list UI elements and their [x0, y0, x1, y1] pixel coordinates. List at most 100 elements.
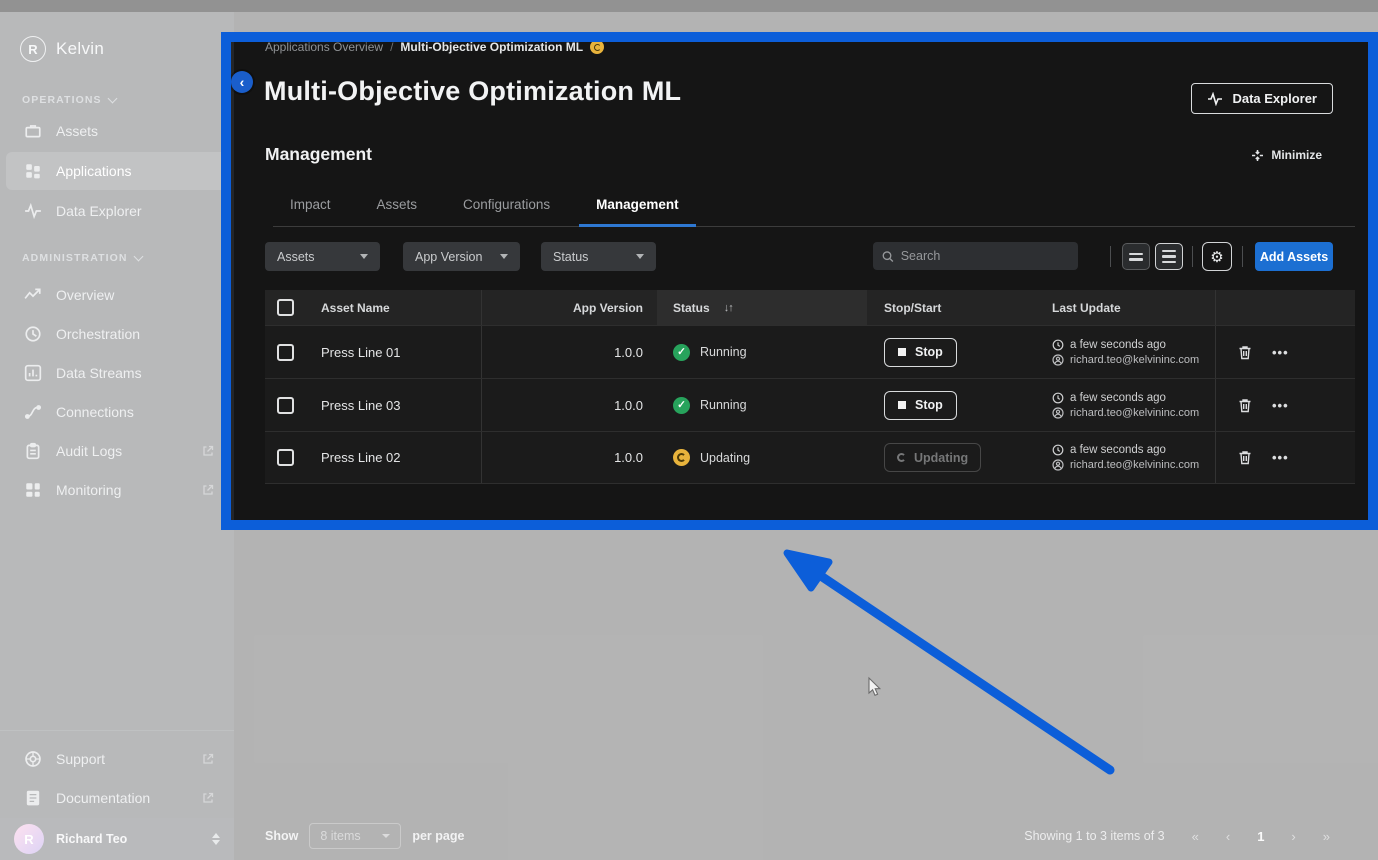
- external-link-icon: [202, 484, 214, 496]
- sidebar-item-support[interactable]: Support: [6, 740, 228, 778]
- trash-icon: [1238, 398, 1252, 413]
- more-actions-button[interactable]: •••: [1272, 345, 1289, 360]
- rows-icon: [1129, 253, 1143, 256]
- column-label: Stop/Start: [884, 301, 941, 315]
- delete-button[interactable]: [1238, 450, 1252, 465]
- stop-label: Stop: [915, 345, 943, 359]
- pagination-last-button[interactable]: »: [1323, 829, 1330, 844]
- sidebar-item-label: Documentation: [56, 790, 150, 806]
- clock-icon: [1052, 392, 1064, 404]
- sidebar-item-assets[interactable]: Assets: [6, 112, 228, 150]
- data-explorer-button[interactable]: Data Explorer: [1191, 83, 1333, 114]
- filter-label: Assets: [277, 250, 315, 264]
- breadcrumb-current: Multi-Objective Optimization ML: [400, 40, 583, 54]
- sidebar-item-orchestration[interactable]: Orchestration: [6, 315, 228, 353]
- minimize-button[interactable]: Minimize: [1251, 148, 1322, 162]
- filter-label: App Version: [415, 250, 482, 264]
- asset-name: Press Line 01: [321, 345, 401, 360]
- sidebar-item-label: Applications: [56, 163, 132, 179]
- column-header-status[interactable]: Status↓↑: [657, 290, 867, 325]
- external-link-icon: [202, 445, 214, 457]
- sidebar-item-label: Support: [56, 751, 105, 767]
- app-updating-status-icon: [590, 40, 604, 54]
- filter-app-version-dropdown[interactable]: App Version: [403, 242, 520, 271]
- show-label: Show: [265, 829, 298, 843]
- minimize-icon: [1251, 149, 1264, 162]
- tab-management[interactable]: Management: [579, 197, 696, 227]
- more-actions-button[interactable]: •••: [1272, 450, 1289, 465]
- pagination-next-button[interactable]: ›: [1291, 829, 1295, 844]
- main-content: Applications Overview / Multi-Objective …: [234, 0, 1378, 860]
- sidebar-item-label: Data Streams: [56, 365, 142, 381]
- sidebar-item-label: Data Explorer: [56, 203, 142, 219]
- sidebar-item-applications[interactable]: Applications: [6, 152, 228, 190]
- status-updating-icon: [673, 449, 690, 466]
- sidebar-item-connections[interactable]: Connections: [6, 393, 228, 431]
- pagination-first-button[interactable]: «: [1192, 829, 1199, 844]
- row-checkbox[interactable]: [277, 344, 294, 361]
- data-explorer-label: Data Explorer: [1232, 91, 1317, 106]
- kelvin-logo[interactable]: R Kelvin: [20, 36, 104, 62]
- sidebar-item-documentation[interactable]: Documentation: [6, 779, 228, 817]
- applications-icon: [24, 162, 42, 180]
- sidebar-item-monitoring[interactable]: Monitoring: [6, 471, 228, 509]
- sidebar-item-data-explorer[interactable]: Data Explorer: [6, 192, 228, 230]
- breadcrumb-separator: /: [390, 40, 393, 54]
- section-operations[interactable]: OPERATIONS: [22, 94, 116, 106]
- toolbar-divider: [1192, 246, 1193, 267]
- caret-down-icon: [636, 254, 644, 259]
- section-administration[interactable]: ADMINISTRATION: [22, 252, 142, 264]
- row-height-comfortable-button[interactable]: [1122, 243, 1150, 270]
- orchestration-icon: [24, 325, 42, 343]
- pagination-page-1[interactable]: 1: [1257, 829, 1264, 844]
- page-size-dropdown[interactable]: 8 items: [309, 823, 401, 849]
- sidebar-item-audit-logs[interactable]: Audit Logs: [6, 432, 228, 470]
- sort-icon[interactable]: ↓↑: [724, 302, 733, 314]
- status-running-icon: [673, 397, 690, 414]
- pagination-prev-button[interactable]: ‹: [1226, 829, 1230, 844]
- search-input[interactable]: [901, 249, 1069, 263]
- tab-assets[interactable]: Assets: [360, 197, 435, 227]
- pagination-summary: Showing 1 to 3 items of 3: [1024, 829, 1164, 843]
- more-actions-button[interactable]: •••: [1272, 398, 1289, 413]
- filter-assets-dropdown[interactable]: Assets: [265, 242, 380, 271]
- tab-impact[interactable]: Impact: [273, 197, 348, 227]
- select-all-checkbox[interactable]: [277, 299, 294, 316]
- document-icon: [24, 789, 42, 807]
- filter-status-dropdown[interactable]: Status: [541, 242, 656, 271]
- add-assets-button[interactable]: Add Assets: [1255, 242, 1333, 271]
- table-settings-button[interactable]: ⚙: [1202, 242, 1232, 271]
- connections-icon: [24, 403, 42, 421]
- column-header-app-version[interactable]: App Version: [482, 290, 657, 325]
- column-header-asset-name[interactable]: Asset Name: [305, 290, 482, 325]
- user-icon: [1052, 354, 1064, 366]
- kelvin-logo-icon: R: [20, 36, 46, 62]
- row-height-compact-button[interactable]: [1155, 243, 1183, 270]
- column-header-last-update[interactable]: Last Update: [1040, 290, 1215, 325]
- sidebar-item-label: Overview: [56, 287, 114, 303]
- row-checkbox[interactable]: [277, 397, 294, 414]
- column-label: App Version: [573, 301, 643, 315]
- tab-configurations[interactable]: Configurations: [446, 197, 567, 227]
- delete-button[interactable]: [1238, 345, 1252, 360]
- assets-table: Asset Name App Version Status↓↑ Stop/Sta…: [265, 290, 1355, 484]
- user-menu[interactable]: R Richard Teo: [0, 818, 234, 860]
- life-ring-icon: [24, 750, 42, 768]
- delete-button[interactable]: [1238, 398, 1252, 413]
- sidebar-item-overview[interactable]: Overview: [6, 276, 228, 314]
- row-checkbox[interactable]: [277, 449, 294, 466]
- column-label: Last Update: [1052, 301, 1215, 315]
- chevron-down-icon: [107, 94, 117, 104]
- sidebar-collapse-button[interactable]: ‹: [231, 71, 253, 93]
- stop-button[interactable]: Stop: [884, 338, 957, 367]
- sidebar-item-data-streams[interactable]: Data Streams: [6, 354, 228, 392]
- external-link-icon: [202, 792, 214, 804]
- status-text: Running: [700, 345, 747, 359]
- breadcrumb-parent-link[interactable]: Applications Overview: [265, 40, 383, 54]
- stop-button[interactable]: Stop: [884, 391, 957, 420]
- stop-square-icon: [898, 348, 906, 356]
- trash-icon: [1238, 450, 1252, 465]
- last-update-user: richard.teo@kelvininc.com: [1070, 459, 1199, 471]
- rows-icon: [1162, 250, 1176, 253]
- search-icon: [882, 250, 894, 263]
